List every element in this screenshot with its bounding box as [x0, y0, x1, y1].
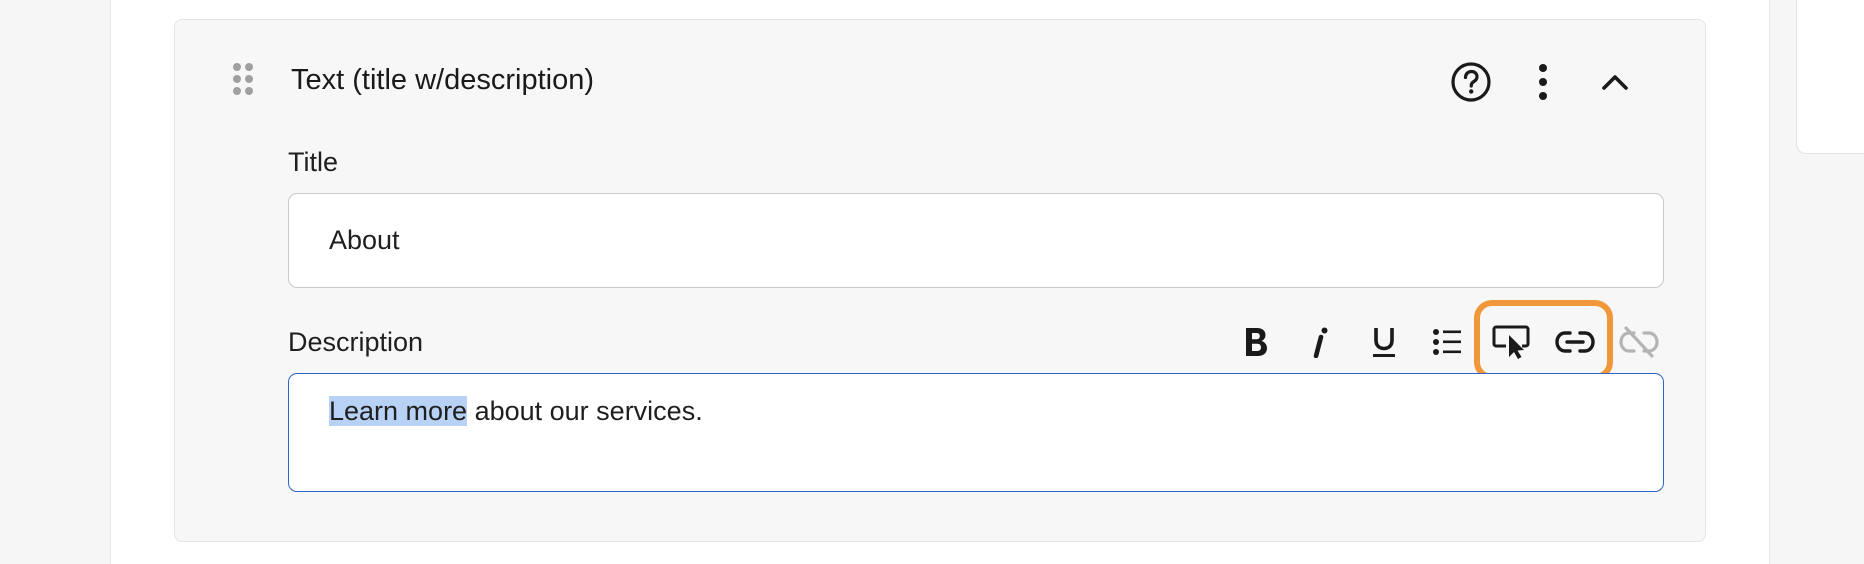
drag-handle-icon[interactable]: [232, 62, 254, 98]
more-vertical-icon[interactable]: [1519, 58, 1567, 106]
description-label: Description: [288, 327, 424, 357]
selected-text: Learn more: [329, 396, 468, 426]
left-gutter: [0, 0, 110, 564]
title-label: Title: [288, 147, 339, 177]
bullet-list-icon[interactable]: [1423, 318, 1471, 366]
description-editor[interactable]: Learn more about our services.: [288, 373, 1664, 492]
help-icon[interactable]: [1447, 58, 1495, 106]
right-sidebar-card: [1796, 0, 1864, 154]
block-title: Text (title w/description): [291, 64, 594, 96]
italic-icon[interactable]: [1296, 318, 1344, 366]
insert-button-icon[interactable]: [1488, 318, 1536, 366]
underline-icon[interactable]: [1360, 318, 1408, 366]
bold-icon[interactable]: [1232, 318, 1280, 366]
unlink-icon: [1615, 318, 1663, 366]
description-text: about our services.: [467, 396, 703, 426]
link-icon[interactable]: [1551, 318, 1599, 366]
chevron-up-icon[interactable]: [1591, 58, 1639, 106]
title-input[interactable]: [288, 193, 1664, 288]
